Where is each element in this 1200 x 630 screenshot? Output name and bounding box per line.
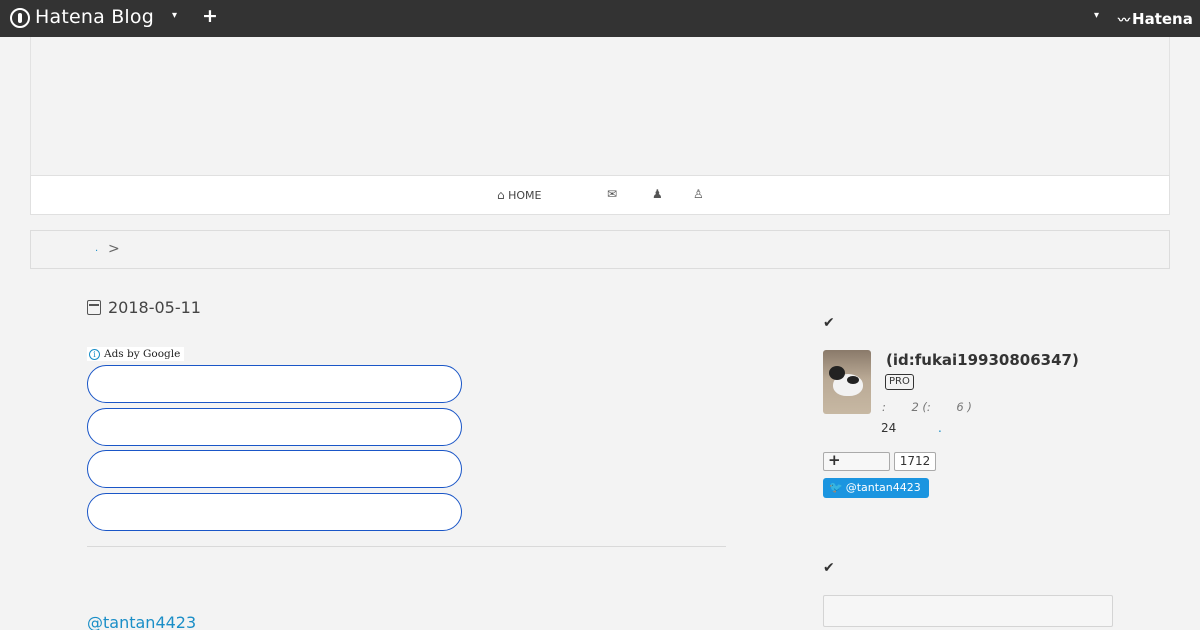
- ad-link-button[interactable]: [87, 365, 462, 403]
- blog-header: [30, 37, 1170, 175]
- ads-by-google-text: Ads by Google: [104, 348, 181, 360]
- ad-info-icon[interactable]: i: [89, 348, 100, 360]
- plus-icon: +: [828, 451, 841, 469]
- entry-date[interactable]: 2018-05-11: [108, 298, 201, 317]
- check-icon: ✔: [823, 315, 835, 331]
- hatena-topbar: Hatena Blog ▾ + ▾ 〰 Hatena: [0, 0, 1200, 37]
- ad-link-button[interactable]: [87, 493, 462, 531]
- entry-divider: [87, 546, 726, 547]
- nav-about-link[interactable]: ♙: [693, 187, 704, 201]
- avatar-cat-spot: [847, 376, 859, 384]
- breadcrumb: . >: [30, 230, 1170, 269]
- user-icon: ♟: [652, 187, 663, 201]
- profile-count: 24: [881, 421, 897, 435]
- twitter-follow-label: @tantan4423: [845, 481, 921, 494]
- breadcrumb-separator: >: [108, 241, 120, 257]
- hatena-blog-logo-icon[interactable]: [10, 8, 30, 28]
- avatar-cat-head: [829, 366, 845, 380]
- twitter-follow-button[interactable]: 🐦 @tantan4423: [823, 478, 929, 498]
- calendar-icon: [87, 300, 101, 315]
- person-icon: ♙: [693, 187, 704, 201]
- breadcrumb-link[interactable]: .: [95, 243, 98, 254]
- ad-link-button[interactable]: [87, 450, 462, 488]
- follow-button[interactable]: +: [823, 451, 890, 471]
- plus-icon[interactable]: +: [202, 5, 218, 27]
- ad-link-button[interactable]: [87, 408, 462, 446]
- hatena-logo[interactable]: 〰 Hatena: [1118, 10, 1193, 28]
- account-menu-caret-icon[interactable]: ▾: [1094, 10, 1099, 21]
- search-input[interactable]: [823, 595, 1113, 627]
- twitter-bird-icon: 🐦: [829, 481, 843, 494]
- profile-stats: : 2 (: 6 ): [882, 400, 972, 414]
- global-nav: ⌂ HOME ✉ ♟ ♙: [30, 175, 1170, 215]
- nav-contact-link[interactable]: ✉: [607, 187, 617, 201]
- blog-menu-caret-icon[interactable]: ▾: [172, 10, 177, 21]
- nav-home-label: HOME: [508, 189, 542, 202]
- avatar[interactable]: [823, 350, 871, 414]
- profile-link[interactable]: .: [938, 421, 942, 435]
- home-icon: ⌂: [497, 188, 505, 202]
- twitter-mention-link[interactable]: @tantan4423: [87, 613, 196, 630]
- envelope-icon: ✉: [607, 187, 618, 201]
- nav-profile-link[interactable]: ♟: [652, 187, 663, 201]
- nav-home-link[interactable]: ⌂ HOME: [497, 188, 542, 202]
- follower-count[interactable]: 1712: [894, 452, 936, 471]
- check-icon: ✔: [823, 560, 835, 576]
- pro-badge: PRO: [885, 374, 914, 390]
- hatena-blog-logo-text[interactable]: Hatena Blog: [35, 6, 154, 28]
- profile-id[interactable]: (id:fukai19930806347): [886, 351, 1079, 369]
- hatena-wing-icon: 〰: [1118, 13, 1131, 27]
- hatena-logo-text: Hatena: [1132, 10, 1193, 28]
- ads-by-google-label[interactable]: i Ads by Google: [87, 347, 185, 361]
